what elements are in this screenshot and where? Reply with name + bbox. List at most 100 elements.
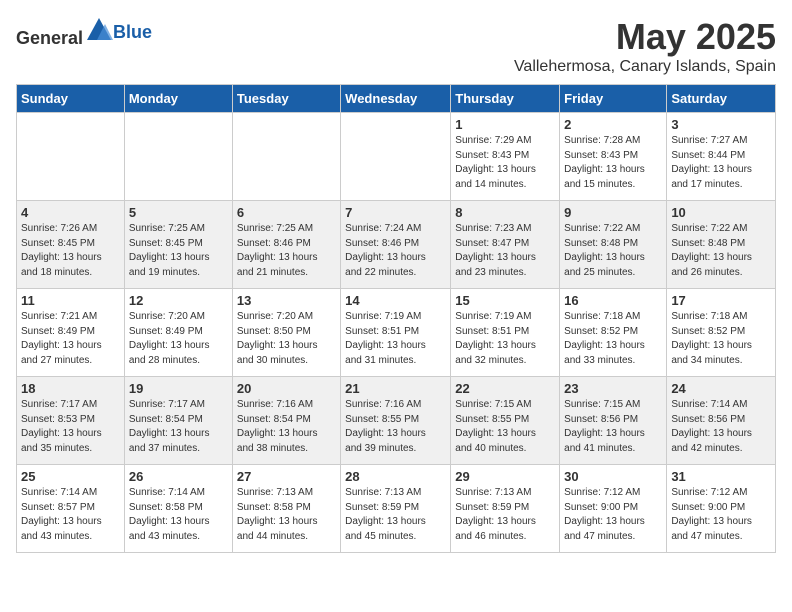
day-info: Sunrise: 7:29 AM Sunset: 8:43 PM Dayligh… bbox=[455, 134, 555, 192]
week-row-2: 4Sunrise: 7:26 AM Sunset: 8:45 PM Daylig… bbox=[17, 201, 776, 289]
day-cell bbox=[232, 113, 340, 201]
day-number: 15 bbox=[455, 293, 555, 308]
calendar-table: SundayMondayTuesdayWednesdayThursdayFrid… bbox=[16, 84, 776, 553]
day-cell: 4Sunrise: 7:26 AM Sunset: 8:45 PM Daylig… bbox=[17, 201, 125, 289]
day-number: 24 bbox=[671, 381, 771, 396]
day-info: Sunrise: 7:20 AM Sunset: 8:50 PM Dayligh… bbox=[237, 310, 336, 368]
day-cell: 19 Sunrise: 7:17 AM Sunset: 8:54 PM Dayli… bbox=[124, 377, 232, 465]
day-info: Sunrise: 7:20 AM Sunset: 8:49 PM Dayligh… bbox=[129, 310, 228, 368]
day-number: 31 bbox=[671, 469, 771, 484]
day-cell: 5Sunrise: 7:25 AM Sunset: 8:45 PM Daylig… bbox=[124, 201, 232, 289]
day-number: 19 bbox=[129, 381, 228, 396]
weekday-header-monday: Monday bbox=[124, 85, 232, 113]
day-info: Sunrise: 7:16 AM Sunset: 8:55 PM Dayligh… bbox=[345, 398, 446, 456]
day-info: Sunrise: 7:16 AM Sunset: 8:54 PM Dayligh… bbox=[237, 398, 336, 456]
day-number: 12 bbox=[129, 293, 228, 308]
week-row-4: 18Sunrise: 7:17 AM Sunset: 8:53 PM Dayli… bbox=[17, 377, 776, 465]
day-info: Sunrise: 7:13 AM Sunset: 8:58 PM Dayligh… bbox=[237, 486, 336, 544]
day-info: Sunrise: 7:22 AM Sunset: 8:48 PM Dayligh… bbox=[564, 222, 662, 280]
day-cell: 23 Sunrise: 7:15 AM Sunset: 8:56 PM Dayli… bbox=[560, 377, 667, 465]
day-cell: 1 Sunrise: 7:29 AM Sunset: 8:43 PM Daylig… bbox=[451, 113, 560, 201]
day-info: Sunrise: 7:14 AM Sunset: 8:57 PM Dayligh… bbox=[21, 486, 120, 544]
day-number: 27 bbox=[237, 469, 336, 484]
title-area: May 2025 Vallehermosa, Canary Islands, S… bbox=[514, 16, 776, 76]
day-cell: 14Sunrise: 7:19 AM Sunset: 8:51 PM Dayli… bbox=[341, 289, 451, 377]
day-info: Sunrise: 7:15 AM Sunset: 8:56 PM Dayligh… bbox=[564, 398, 662, 456]
day-number: 25 bbox=[21, 469, 120, 484]
weekday-header-tuesday: Tuesday bbox=[232, 85, 340, 113]
day-info: Sunrise: 7:27 AM Sunset: 8:44 PM Dayligh… bbox=[671, 134, 771, 192]
day-info: Sunrise: 7:13 AM Sunset: 8:59 PM Dayligh… bbox=[455, 486, 555, 544]
day-cell: 25 Sunrise: 7:14 AM Sunset: 8:57 PM Dayli… bbox=[17, 465, 125, 553]
weekday-header-saturday: Saturday bbox=[667, 85, 776, 113]
day-info: Sunrise: 7:18 AM Sunset: 8:52 PM Dayligh… bbox=[671, 310, 771, 368]
day-info: Sunrise: 7:25 AM Sunset: 8:46 PM Dayligh… bbox=[237, 222, 336, 280]
weekday-header-sunday: Sunday bbox=[17, 85, 125, 113]
day-number: 2 bbox=[564, 117, 662, 132]
day-cell: 29 Sunrise: 7:13 AM Sunset: 8:59 PM Dayli… bbox=[451, 465, 560, 553]
day-info: Sunrise: 7:25 AM Sunset: 8:45 PM Dayligh… bbox=[129, 222, 228, 280]
calendar-body: 1 Sunrise: 7:29 AM Sunset: 8:43 PM Daylig… bbox=[17, 113, 776, 553]
day-number: 10 bbox=[671, 205, 771, 220]
day-number: 11 bbox=[21, 293, 120, 308]
week-row-3: 11 Sunrise: 7:21 AM Sunset: 8:49 PM Dayli… bbox=[17, 289, 776, 377]
logo: General Blue bbox=[16, 16, 152, 49]
day-info: Sunrise: 7:17 AM Sunset: 8:53 PM Dayligh… bbox=[21, 398, 120, 456]
day-number: 7 bbox=[345, 205, 446, 220]
day-cell: 13Sunrise: 7:20 AM Sunset: 8:50 PM Dayli… bbox=[232, 289, 340, 377]
day-number: 6 bbox=[237, 205, 336, 220]
day-cell: 7Sunrise: 7:24 AM Sunset: 8:46 PM Daylig… bbox=[341, 201, 451, 289]
day-cell: 26 Sunrise: 7:14 AM Sunset: 8:58 PM Dayli… bbox=[124, 465, 232, 553]
day-info: Sunrise: 7:17 AM Sunset: 8:54 PM Dayligh… bbox=[129, 398, 228, 456]
day-number: 16 bbox=[564, 293, 662, 308]
day-number: 26 bbox=[129, 469, 228, 484]
day-cell: 2 Sunrise: 7:28 AM Sunset: 8:43 PM Daylig… bbox=[560, 113, 667, 201]
day-cell: 17 Sunrise: 7:18 AM Sunset: 8:52 PM Dayli… bbox=[667, 289, 776, 377]
logo-blue: Blue bbox=[113, 22, 152, 43]
day-number: 22 bbox=[455, 381, 555, 396]
day-number: 28 bbox=[345, 469, 446, 484]
day-cell: 11 Sunrise: 7:21 AM Sunset: 8:49 PM Dayli… bbox=[17, 289, 125, 377]
day-info: Sunrise: 7:22 AM Sunset: 8:48 PM Dayligh… bbox=[671, 222, 771, 280]
day-info: Sunrise: 7:14 AM Sunset: 8:58 PM Dayligh… bbox=[129, 486, 228, 544]
logo-general: General bbox=[16, 28, 83, 48]
day-cell: 3 Sunrise: 7:27 AM Sunset: 8:44 PM Daylig… bbox=[667, 113, 776, 201]
day-number: 14 bbox=[345, 293, 446, 308]
header: General Blue May 2025 Vallehermosa, Cana… bbox=[16, 16, 776, 76]
day-number: 9 bbox=[564, 205, 662, 220]
location-title: Vallehermosa, Canary Islands, Spain bbox=[514, 58, 776, 76]
day-number: 8 bbox=[455, 205, 555, 220]
day-info: Sunrise: 7:21 AM Sunset: 8:49 PM Dayligh… bbox=[21, 310, 120, 368]
day-number: 29 bbox=[455, 469, 555, 484]
weekday-header-thursday: Thursday bbox=[451, 85, 560, 113]
day-number: 20 bbox=[237, 381, 336, 396]
day-info: Sunrise: 7:15 AM Sunset: 8:55 PM Dayligh… bbox=[455, 398, 555, 456]
day-cell: 31 Sunrise: 7:12 AM Sunset: 9:00 PM Dayli… bbox=[667, 465, 776, 553]
day-cell: 6 Sunrise: 7:25 AM Sunset: 8:46 PM Daylig… bbox=[232, 201, 340, 289]
day-cell: 8 Sunrise: 7:23 AM Sunset: 8:47 PM Daylig… bbox=[451, 201, 560, 289]
day-cell: 16Sunrise: 7:18 AM Sunset: 8:52 PM Dayli… bbox=[560, 289, 667, 377]
day-number: 17 bbox=[671, 293, 771, 308]
day-cell: 24Sunrise: 7:14 AM Sunset: 8:56 PM Dayli… bbox=[667, 377, 776, 465]
week-row-5: 25 Sunrise: 7:14 AM Sunset: 8:57 PM Dayli… bbox=[17, 465, 776, 553]
logo-icon bbox=[85, 16, 113, 44]
day-info: Sunrise: 7:12 AM Sunset: 9:00 PM Dayligh… bbox=[671, 486, 771, 544]
day-info: Sunrise: 7:19 AM Sunset: 8:51 PM Dayligh… bbox=[455, 310, 555, 368]
day-info: Sunrise: 7:23 AM Sunset: 8:47 PM Dayligh… bbox=[455, 222, 555, 280]
day-cell: 22 Sunrise: 7:15 AM Sunset: 8:55 PM Dayli… bbox=[451, 377, 560, 465]
day-info: Sunrise: 7:28 AM Sunset: 8:43 PM Dayligh… bbox=[564, 134, 662, 192]
day-cell bbox=[124, 113, 232, 201]
day-number: 1 bbox=[455, 117, 555, 132]
week-row-1: 1 Sunrise: 7:29 AM Sunset: 8:43 PM Daylig… bbox=[17, 113, 776, 201]
day-cell bbox=[17, 113, 125, 201]
day-info: Sunrise: 7:13 AM Sunset: 8:59 PM Dayligh… bbox=[345, 486, 446, 544]
day-cell: 27 Sunrise: 7:13 AM Sunset: 8:58 PM Dayli… bbox=[232, 465, 340, 553]
day-info: Sunrise: 7:12 AM Sunset: 9:00 PM Dayligh… bbox=[564, 486, 662, 544]
month-title: May 2025 bbox=[514, 16, 776, 58]
day-number: 3 bbox=[671, 117, 771, 132]
day-cell: 10 Sunrise: 7:22 AM Sunset: 8:48 PM Dayli… bbox=[667, 201, 776, 289]
day-number: 23 bbox=[564, 381, 662, 396]
day-number: 4 bbox=[21, 205, 120, 220]
day-cell: 18Sunrise: 7:17 AM Sunset: 8:53 PM Dayli… bbox=[17, 377, 125, 465]
day-number: 21 bbox=[345, 381, 446, 396]
